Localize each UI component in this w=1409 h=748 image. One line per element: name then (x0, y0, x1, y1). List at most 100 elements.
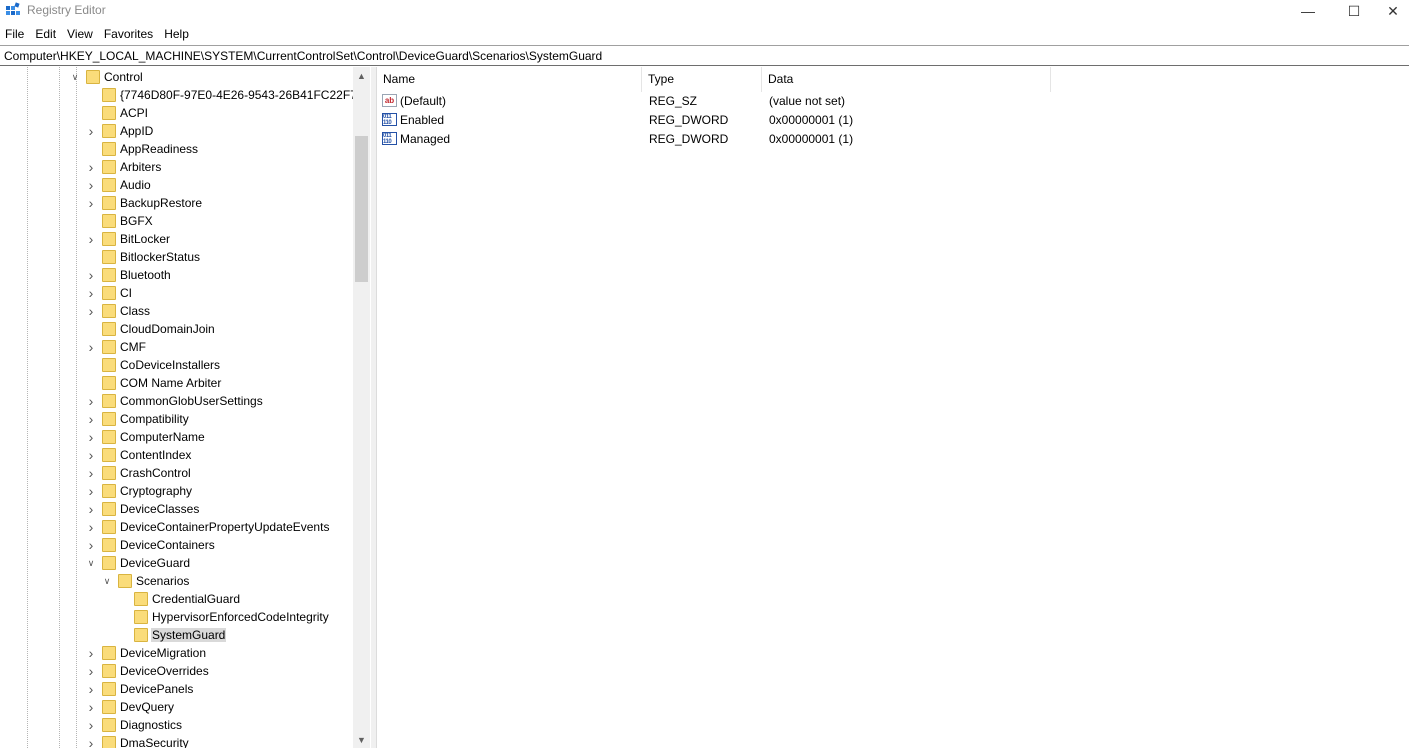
tree-node[interactable]: › CMF (0, 338, 353, 356)
tree-scrollbar[interactable]: ▲ ▼ (353, 67, 370, 748)
tree-node[interactable]: › Bluetooth (0, 266, 353, 284)
chevron-down-icon[interactable]: ∨ (70, 68, 80, 86)
tree-node[interactable]: › Compatibility (0, 410, 353, 428)
tree-node-label: Bluetooth (120, 268, 171, 282)
address-path[interactable]: Computer\HKEY_LOCAL_MACHINE\SYSTEM\Curre… (4, 49, 602, 63)
chevron-down-icon[interactable]: ∨ (102, 572, 112, 590)
tree-node[interactable]: › DevicePanels (0, 680, 353, 698)
column-header-type[interactable]: Type (642, 67, 762, 92)
tree-node[interactable]: AppReadiness (0, 140, 353, 158)
tree-node[interactable]: COM Name Arbiter (0, 374, 353, 392)
minimize-button[interactable]: — (1285, 0, 1331, 22)
value-row[interactable]: ab (Default) REG_SZ (value not set) (377, 92, 1077, 111)
tree-node[interactable]: ∨ Scenarios (0, 572, 353, 590)
value-data: 0x00000001 (1) (769, 132, 854, 146)
chevron-right-icon[interactable]: › (86, 392, 96, 410)
tree-node[interactable]: ∨ DeviceGuard (0, 554, 353, 572)
tree-node[interactable]: › BackupRestore (0, 194, 353, 212)
tree-node[interactable]: › Diagnostics (0, 716, 353, 734)
scroll-down-arrow-icon[interactable]: ▼ (353, 731, 370, 748)
chevron-right-icon[interactable]: › (86, 662, 96, 680)
maximize-button[interactable]: ☐ (1331, 0, 1377, 22)
tree-node[interactable]: › Audio (0, 176, 353, 194)
tree-node[interactable]: › DeviceMigration (0, 644, 353, 662)
menu-file[interactable]: File (0, 25, 30, 44)
value-name: Enabled (400, 113, 445, 127)
tree-node[interactable]: CoDeviceInstallers (0, 356, 353, 374)
chevron-right-icon[interactable]: › (86, 302, 96, 320)
tree-node[interactable]: {7746D80F-97E0-4E26-9543-26B41FC22F79} (0, 86, 368, 104)
chevron-right-icon[interactable]: › (86, 230, 96, 248)
tree-node[interactable]: › CrashControl (0, 464, 353, 482)
tree-node[interactable]: › Cryptography (0, 482, 353, 500)
tree-node[interactable]: BitlockerStatus (0, 248, 353, 266)
chevron-right-icon[interactable]: › (86, 194, 96, 212)
tree-node[interactable]: ACPI (0, 104, 353, 122)
tree-node[interactable]: › AppID (0, 122, 353, 140)
folder-icon (102, 304, 116, 318)
tree-node[interactable]: SystemGuard (0, 626, 353, 644)
tree-node[interactable]: › Arbiters (0, 158, 353, 176)
value-row[interactable]: 011 110 Enabled REG_DWORD 0x00000001 (1) (377, 111, 1077, 130)
tree-node[interactable]: › CI (0, 284, 353, 302)
chevron-right-icon[interactable]: › (86, 716, 96, 734)
folder-icon (102, 322, 116, 336)
tree-node-label: Arbiters (120, 160, 162, 174)
chevron-right-icon[interactable]: › (86, 428, 96, 446)
column-header-data[interactable]: Data (762, 67, 1051, 92)
value-row[interactable]: 011 110 Managed REG_DWORD 0x00000001 (1) (377, 130, 1077, 149)
tree-node[interactable]: › ComputerName (0, 428, 353, 446)
tree-node[interactable]: › DeviceContainerPropertyUpdateEvents (0, 518, 353, 536)
tree-node-label: DeviceContainers (120, 538, 215, 552)
chevron-right-icon[interactable]: › (86, 464, 96, 482)
menu-favorites[interactable]: Favorites (99, 25, 159, 44)
tree-node[interactable]: CloudDomainJoin (0, 320, 353, 338)
chevron-right-icon[interactable]: › (86, 122, 96, 140)
close-button[interactable]: ✕ (1377, 0, 1409, 22)
tree-node[interactable]: › BitLocker (0, 230, 353, 248)
values-list[interactable]: Name Type Data ab (Default) REG_SZ (valu… (377, 67, 1409, 748)
chevron-right-icon[interactable]: › (86, 284, 96, 302)
chevron-right-icon[interactable]: › (86, 338, 96, 356)
chevron-right-icon[interactable]: › (86, 536, 96, 554)
tree-node[interactable]: › DeviceContainers (0, 536, 353, 554)
tree-node[interactable]: › DmaSecurity (0, 734, 353, 748)
chevron-right-icon[interactable]: › (86, 176, 96, 194)
chevron-right-icon[interactable]: › (86, 734, 96, 748)
menu-help[interactable]: Help (159, 25, 195, 44)
folder-icon (134, 592, 148, 606)
tree-node[interactable]: ∨ Control (0, 68, 353, 86)
address-bar[interactable]: Computer\HKEY_LOCAL_MACHINE\SYSTEM\Curre… (0, 45, 1409, 66)
tree-node[interactable]: CredentialGuard (0, 590, 353, 608)
menu-view[interactable]: View (62, 25, 99, 44)
tree-scroll-thumb[interactable] (355, 136, 368, 282)
folder-icon (102, 214, 116, 228)
chevron-down-icon[interactable]: ∨ (86, 554, 96, 572)
tree-node[interactable]: › CommonGlobUserSettings (0, 392, 353, 410)
chevron-right-icon[interactable]: › (86, 500, 96, 518)
column-header-name[interactable]: Name (377, 67, 642, 92)
scroll-up-arrow-icon[interactable]: ▲ (353, 67, 370, 84)
chevron-right-icon[interactable]: › (86, 158, 96, 176)
menu-edit[interactable]: Edit (30, 25, 62, 44)
chevron-right-icon[interactable]: › (86, 266, 96, 284)
chevron-right-icon[interactable]: › (86, 644, 96, 662)
tree-node-label: Audio (120, 178, 151, 192)
tree-node[interactable]: › DeviceOverrides (0, 662, 353, 680)
tree-node[interactable]: › DevQuery (0, 698, 353, 716)
tree-node[interactable]: BGFX (0, 212, 353, 230)
tree-node[interactable]: › ContentIndex (0, 446, 353, 464)
chevron-right-icon[interactable]: › (86, 482, 96, 500)
chevron-right-icon[interactable]: › (86, 446, 96, 464)
tree-node[interactable]: › DeviceClasses (0, 500, 353, 518)
tree-node-label: CoDeviceInstallers (120, 358, 221, 372)
chevron-right-icon[interactable]: › (86, 410, 96, 428)
chevron-right-icon[interactable]: › (86, 680, 96, 698)
chevron-right-icon[interactable]: › (86, 698, 96, 716)
tree-node[interactable]: HypervisorEnforcedCodeIntegrity (0, 608, 353, 626)
folder-icon (134, 628, 148, 642)
chevron-right-icon[interactable]: › (86, 518, 96, 536)
tree-node[interactable]: › Class (0, 302, 353, 320)
key-tree[interactable]: ∨ Control {7746D80F-97E0-4E26-9543-26B41FC… (0, 67, 371, 748)
value-name: (Default) (400, 94, 447, 108)
